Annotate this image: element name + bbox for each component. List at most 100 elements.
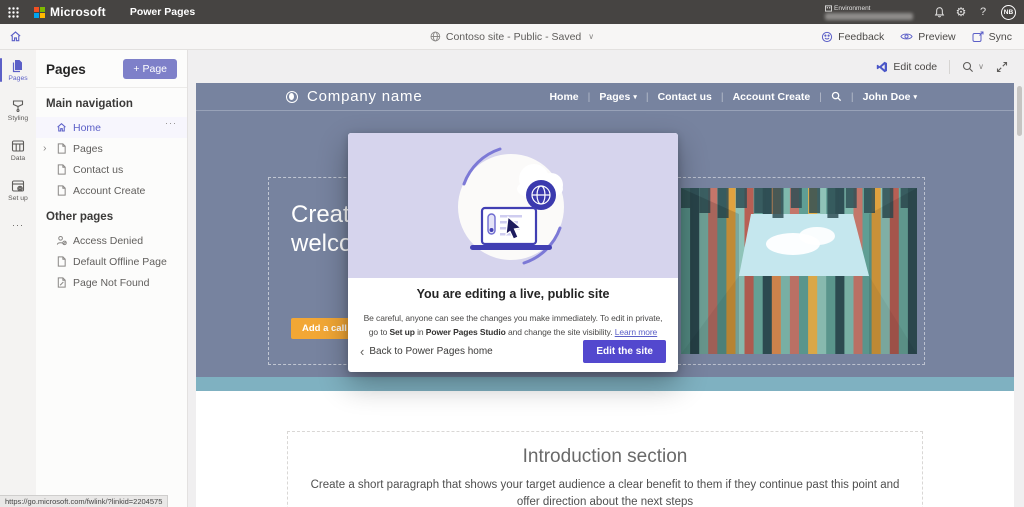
rail-item-data[interactable]: Data (0, 130, 36, 170)
sync-label: Sync (988, 30, 1012, 43)
microsoft-logo-icon (34, 6, 45, 18)
link-status-bar: https://go.microsoft.com/fwlink/?linkid=… (0, 495, 169, 507)
person-blocked-icon (56, 235, 67, 246)
tree-item-contact-us[interactable]: Contact us (36, 159, 187, 180)
bell-icon (934, 7, 944, 18)
dialog-body: Be careful, anyone can see the changes y… (363, 313, 663, 337)
main-navigation-header: Main navigation (46, 98, 133, 110)
sync-button[interactable]: Sync (972, 31, 1012, 43)
dialog-illustration-area (348, 133, 678, 278)
styling-icon (12, 99, 24, 112)
site-nav: Home | Pages ▾ | Contact us | Account Cre… (540, 91, 926, 103)
rail-item-styling[interactable]: Styling (0, 90, 36, 130)
data-table-icon (11, 139, 25, 152)
tree-item-default-offline[interactable]: Default Offline Page (36, 251, 187, 272)
tree-item-label: Page Not Found (73, 276, 150, 289)
settings-button[interactable]: ⚙ (951, 0, 971, 24)
setup-icon (11, 179, 25, 192)
pages-icon (12, 59, 22, 72)
back-to-home-link[interactable]: ‹ Back to Power Pages home (360, 345, 493, 358)
zoom-control[interactable]: ∨ (962, 61, 984, 73)
help-button[interactable]: ? (973, 0, 993, 24)
feedback-label: Feedback (838, 30, 885, 43)
fullscreen-button[interactable] (996, 61, 1008, 73)
magnifier-icon (963, 61, 974, 72)
home-icon (9, 31, 21, 42)
edit-code-button[interactable]: Edit code (876, 61, 937, 73)
studio-home-button[interactable] (0, 24, 30, 50)
rail-item-setup[interactable]: Set up (0, 170, 36, 210)
microsoft-logo[interactable]: Microsoft (34, 5, 106, 19)
company-logo-icon (286, 90, 298, 103)
feedback-icon (822, 31, 833, 42)
feedback-button[interactable]: Feedback (821, 31, 884, 43)
ellipsis-icon: ··· (12, 220, 24, 230)
live-site-warning-dialog: You are editing a live, public site Be c… (348, 133, 678, 372)
tree-item-home[interactable]: Home ··· (36, 117, 187, 138)
canvas-scrollbar[interactable] (1017, 86, 1022, 136)
rail-item-label: Data (10, 154, 26, 162)
chevron-left-icon: ‹ (360, 344, 365, 359)
caret-down-icon: ▾ (913, 93, 917, 101)
learn-more-link[interactable]: Learn more (615, 327, 658, 337)
tree-item-label: Pages (73, 142, 103, 155)
site-switcher[interactable]: Contoso site - Public - Saved ∨ (430, 31, 594, 43)
rail-more-button[interactable]: ··· (0, 210, 36, 240)
tree-item-account-create[interactable]: Account Create (36, 180, 187, 201)
hero-image-block[interactable] (673, 177, 925, 365)
tree-item-page-not-found[interactable]: Page Not Found (36, 272, 187, 293)
toolbar-divider (949, 59, 951, 74)
office-top-bar: Microsoft Power Pages Environment ⚙ ? NB (0, 0, 1024, 24)
rail-item-label: Pages (8, 74, 28, 82)
row-ellipsis-icon[interactable]: ··· (165, 118, 177, 128)
avatar-initials: NB (1003, 8, 1014, 16)
canvas-toolbar: Edit code ∨ (188, 50, 1024, 83)
site-nav-account-create[interactable]: Account Create (724, 91, 820, 103)
environment-icon (825, 4, 832, 12)
studio-toolbar: Contoso site - Public - Saved ∨ Feedback… (0, 24, 1024, 50)
app-launcher-waffle-icon[interactable] (0, 0, 26, 24)
preview-button[interactable]: Preview (900, 30, 956, 43)
other-pages-header: Other pages (46, 211, 114, 223)
page-icon (57, 185, 66, 196)
vscode-icon (877, 61, 888, 72)
environment-picker[interactable]: Environment (825, 5, 913, 20)
chevron-right-icon[interactable]: › (43, 142, 47, 154)
tree-item-access-denied[interactable]: Access Denied (36, 230, 187, 251)
home-icon (57, 123, 66, 132)
page-icon (57, 164, 66, 175)
caret-down-icon: ▾ (633, 93, 637, 101)
environment-name-redacted (825, 12, 913, 20)
add-page-button[interactable]: + Page (123, 59, 177, 79)
page-error-icon (57, 277, 66, 288)
chevron-down-icon: ∨ (978, 62, 984, 71)
globe-icon (430, 31, 441, 42)
site-nav-contact-us[interactable]: Contact us (649, 91, 721, 103)
search-icon (831, 91, 841, 102)
intro-block[interactable]: Introduction section Create a short para… (287, 431, 923, 507)
tree-item-pages[interactable]: › Pages (36, 138, 187, 159)
help-icon: ? (979, 6, 987, 18)
intro-body[interactable]: Create a short paragraph that shows your… (299, 477, 911, 507)
tree-item-label: Access Denied (73, 234, 144, 247)
site-preview-header[interactable]: Company name Home | Pages ▾ | Contact us … (196, 83, 1014, 110)
tree-item-label: Home (73, 121, 102, 134)
tree-item-label: Account Create (73, 184, 146, 197)
rail-item-pages[interactable]: Pages (0, 50, 36, 90)
site-nav-home[interactable]: Home (540, 91, 587, 103)
site-user-menu[interactable]: John Doe ▾ (854, 91, 926, 103)
intro-section[interactable]: Introduction section Create a short para… (196, 391, 1014, 507)
page-icon (57, 256, 66, 267)
site-nav-pages[interactable]: Pages ▾ (590, 91, 645, 103)
site-search-button[interactable] (822, 91, 851, 102)
pages-panel: Pages + Page Main navigation Home ··· › … (36, 50, 188, 507)
notifications-button[interactable] (929, 0, 949, 24)
preview-label: Preview (918, 30, 956, 43)
account-avatar[interactable]: NB (1001, 4, 1016, 20)
site-switcher-label: Contoso site - Public - Saved (445, 30, 582, 43)
company-name: Company name (307, 88, 423, 105)
app-name[interactable]: Power Pages (130, 6, 195, 18)
expand-icon (996, 61, 1008, 72)
edit-the-site-button[interactable]: Edit the site (583, 340, 666, 363)
intro-title[interactable]: Introduction section (288, 446, 922, 468)
